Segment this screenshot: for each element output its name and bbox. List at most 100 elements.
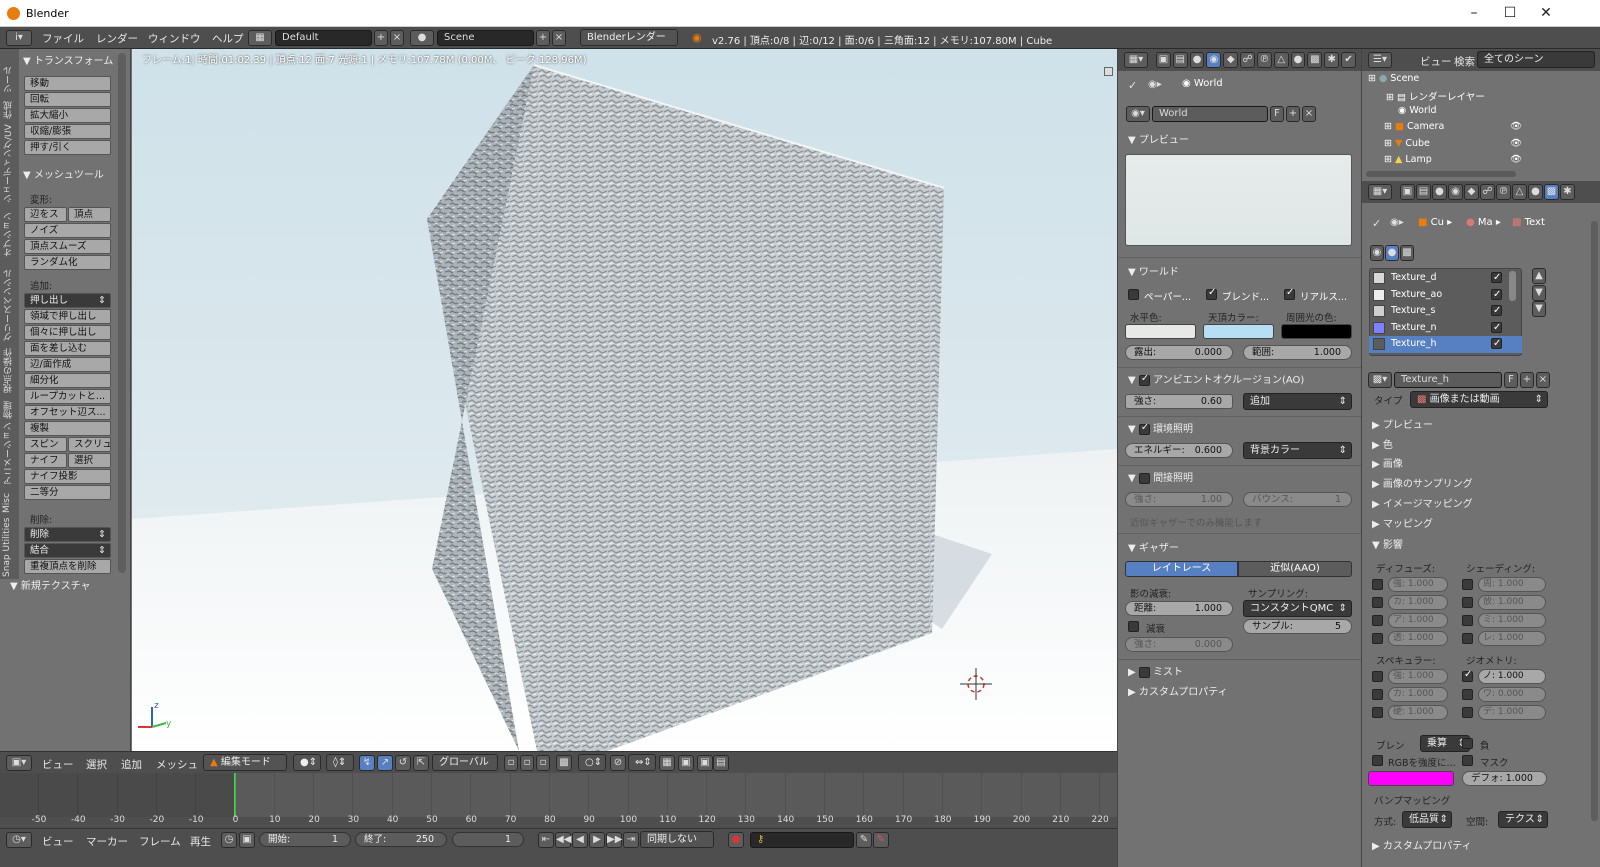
texture-color-swatch[interactable] [1368, 771, 1454, 786]
other-texture-context-icon[interactable]: ▩ [1400, 245, 1414, 261]
next-keyframe-icon[interactable]: ▶▶ [606, 832, 622, 848]
influence-field[interactable]: カ: 1.000 [1388, 595, 1448, 610]
texture-panel-header[interactable]: ▶ プレビュー [1372, 416, 1433, 431]
auto-keyframe-icon[interactable]: ● [728, 832, 744, 848]
influence-checkbox[interactable] [1462, 633, 1473, 644]
offset-edge-button[interactable]: オフセット辺ス... [24, 405, 111, 420]
tab-tools[interactable]: ツール [2, 53, 17, 93]
screen-layout-icon[interactable]: ▦ [248, 30, 272, 46]
samples-field[interactable]: サンプル: 5 [1243, 619, 1352, 634]
texture-slot-checkbox[interactable] [1491, 336, 1502, 352]
influence-checkbox[interactable] [1462, 579, 1473, 590]
editor-type-info-icon[interactable]: i▾ [6, 30, 32, 46]
loop-cut-button[interactable]: ループカットと... [24, 389, 111, 404]
scene-tab-icon[interactable]: ● [1189, 52, 1205, 68]
texture-panel-header[interactable]: ▶ 画像 [1372, 455, 1403, 470]
camera-render-icon[interactable]: ▣ [697, 755, 713, 771]
influence-field[interactable]: ミ: 1.000 [1478, 613, 1546, 628]
rgb-to-intensity-checkbox[interactable] [1372, 755, 1383, 766]
menu-frame[interactable]: フレーム [139, 834, 181, 849]
randomize-button[interactable]: ランダム化 [24, 255, 111, 270]
preview-range-icon[interactable]: ◷ [221, 832, 237, 848]
visibility-eye-icon[interactable]: 👁 [1510, 154, 1522, 165]
scene-field[interactable]: Scene [437, 30, 534, 46]
influence-checkbox[interactable] [1462, 615, 1473, 626]
gather-panel-header[interactable]: ▼ ギャザー [1128, 539, 1179, 554]
material-tab-icon[interactable]: ● [1528, 184, 1543, 200]
env-color-dropdown[interactable]: 背景カラー ⇕ [1243, 442, 1352, 459]
constraints-tab-icon[interactable]: ☍ [1480, 184, 1495, 200]
indirect-light-panel-header[interactable]: ▼ 間接照明 [1128, 469, 1193, 484]
mesh-tools-panel-header[interactable]: ▼ メッシュツール [23, 166, 104, 181]
bump-space-dropdown[interactable]: テクス ⇕ [1498, 811, 1548, 828]
menu-file[interactable]: ファイル [42, 31, 84, 46]
tab-options[interactable]: オプション [2, 207, 17, 257]
opengl-render-icon[interactable]: ▣ [678, 755, 694, 771]
env-energy-field[interactable]: エネルギー: 0.600 [1125, 443, 1233, 458]
texture-tab-icon[interactable]: ▩ [1307, 52, 1323, 68]
influence-field[interactable]: ア: 1.000 [1388, 613, 1448, 628]
shrink-fatten-button[interactable]: 収縮/膨張 [24, 124, 111, 139]
scene-icon[interactable]: ● [410, 30, 434, 46]
close-icon[interactable]: ✕ [1528, 0, 1564, 27]
particles-tab-icon[interactable]: ✱ [1324, 52, 1340, 68]
exposure-field[interactable]: 露出: 0.000 [1125, 345, 1233, 360]
remove-doubles-button[interactable]: 重複頂点を削除 [24, 559, 111, 574]
influence-field[interactable]: 放: 1.000 [1478, 595, 1546, 610]
constraints-tab-icon[interactable]: ☍ [1240, 52, 1255, 68]
texture-slot-item[interactable]: Texture_h [1369, 336, 1522, 353]
orientation-dropdown[interactable]: グローバル [432, 754, 498, 771]
horizon-color-swatch[interactable] [1125, 324, 1196, 339]
dissolve-dropdown[interactable]: 結合 ⇕ [24, 543, 111, 558]
texture-props-scrollbar[interactable] [1591, 221, 1598, 821]
mist-checkbox[interactable] [1138, 666, 1150, 678]
anim-render-icon[interactable]: ▤ [713, 755, 729, 771]
bump-method-dropdown[interactable]: 低品質 ⇕ [1402, 811, 1452, 828]
texture-slot-item[interactable]: Texture_n [1369, 320, 1522, 337]
modifiers-tab-icon[interactable]: ℗ [1496, 184, 1511, 200]
minimize-icon[interactable]: – [1456, 0, 1492, 27]
tool-shelf-scrollbar[interactable] [118, 53, 126, 573]
influence-checkbox[interactable] [1372, 671, 1383, 682]
indirect-strength-field[interactable]: 強さ: 1.00 [1125, 492, 1233, 507]
texture-panel-header[interactable]: ▶ マッピング [1372, 515, 1433, 530]
editor-type-outliner-icon[interactable]: ☰▾ [1368, 52, 1392, 68]
real-sky-checkbox[interactable] [1284, 287, 1295, 300]
mode-dropdown[interactable]: ▲ 編集モード [203, 754, 287, 771]
proportional-dropdown[interactable]: ○⇕ [578, 754, 606, 771]
screw-button[interactable]: スクリュ [68, 437, 111, 452]
influence-field[interactable]: 強: 1.000 [1388, 669, 1448, 684]
menu-mesh[interactable]: メッシュ [156, 757, 198, 772]
influence-checkbox[interactable] [1372, 689, 1383, 700]
influence-checkbox[interactable] [1372, 597, 1383, 608]
outliner-cube[interactable]: ⊞ ▼ Cube [1384, 138, 1430, 149]
influence-field[interactable]: レ: 1.000 [1478, 631, 1546, 646]
env-light-panel-header[interactable]: ▼ ✓ 環境照明 [1128, 420, 1193, 436]
influence-checkbox[interactable] [1462, 669, 1473, 682]
extrude-dropdown[interactable]: 押し出し ⇕ [24, 293, 111, 308]
rotate-button[interactable]: 回転 [24, 92, 111, 107]
texture-panel-header[interactable]: ▶ 画像のサンプリング [1372, 475, 1473, 490]
maximize-icon[interactable]: ☐ [1492, 0, 1528, 27]
snap-element-dropdown[interactable]: ⇔⇕ [628, 754, 656, 771]
delete-keyframe-icon[interactable]: ✎ [873, 832, 889, 848]
stencil-checkbox[interactable] [1462, 755, 1473, 766]
influence-field[interactable]: 周: 1.000 [1478, 577, 1546, 592]
ao-checkbox[interactable]: ✓ [1138, 373, 1150, 386]
vertex-slide-button[interactable]: 頂点 [68, 207, 111, 222]
3d-viewport[interactable]: フレーム:1| 時間:01:02.39 | 頂点:12 面:7 光源:1 | メ… [132, 49, 1117, 751]
distance-field[interactable]: 距離: 1.000 [1125, 601, 1233, 616]
texture-name-field[interactable]: Texture_h [1394, 372, 1502, 388]
scene-tab-icon[interactable]: ● [1432, 184, 1447, 200]
influence-checkbox[interactable] [1372, 615, 1383, 626]
default-value-field[interactable]: デフォ: 1.000 [1462, 771, 1547, 786]
menu-marker[interactable]: マーカー [86, 834, 128, 849]
texture-slot-item[interactable]: Texture_ao [1369, 287, 1522, 304]
data-tab-icon[interactable]: △ [1512, 184, 1527, 200]
render-engine-dropdown[interactable]: Blenderレンダー [580, 29, 678, 46]
render-tab-icon[interactable]: ▣ [1400, 184, 1415, 200]
menu-help[interactable]: ヘルプ [212, 31, 244, 46]
influence-field[interactable]: カ: 1.000 [1388, 687, 1448, 702]
make-edge-face-button[interactable]: 辺/面作成 [24, 357, 111, 372]
play-icon[interactable]: ▶ [589, 832, 605, 848]
